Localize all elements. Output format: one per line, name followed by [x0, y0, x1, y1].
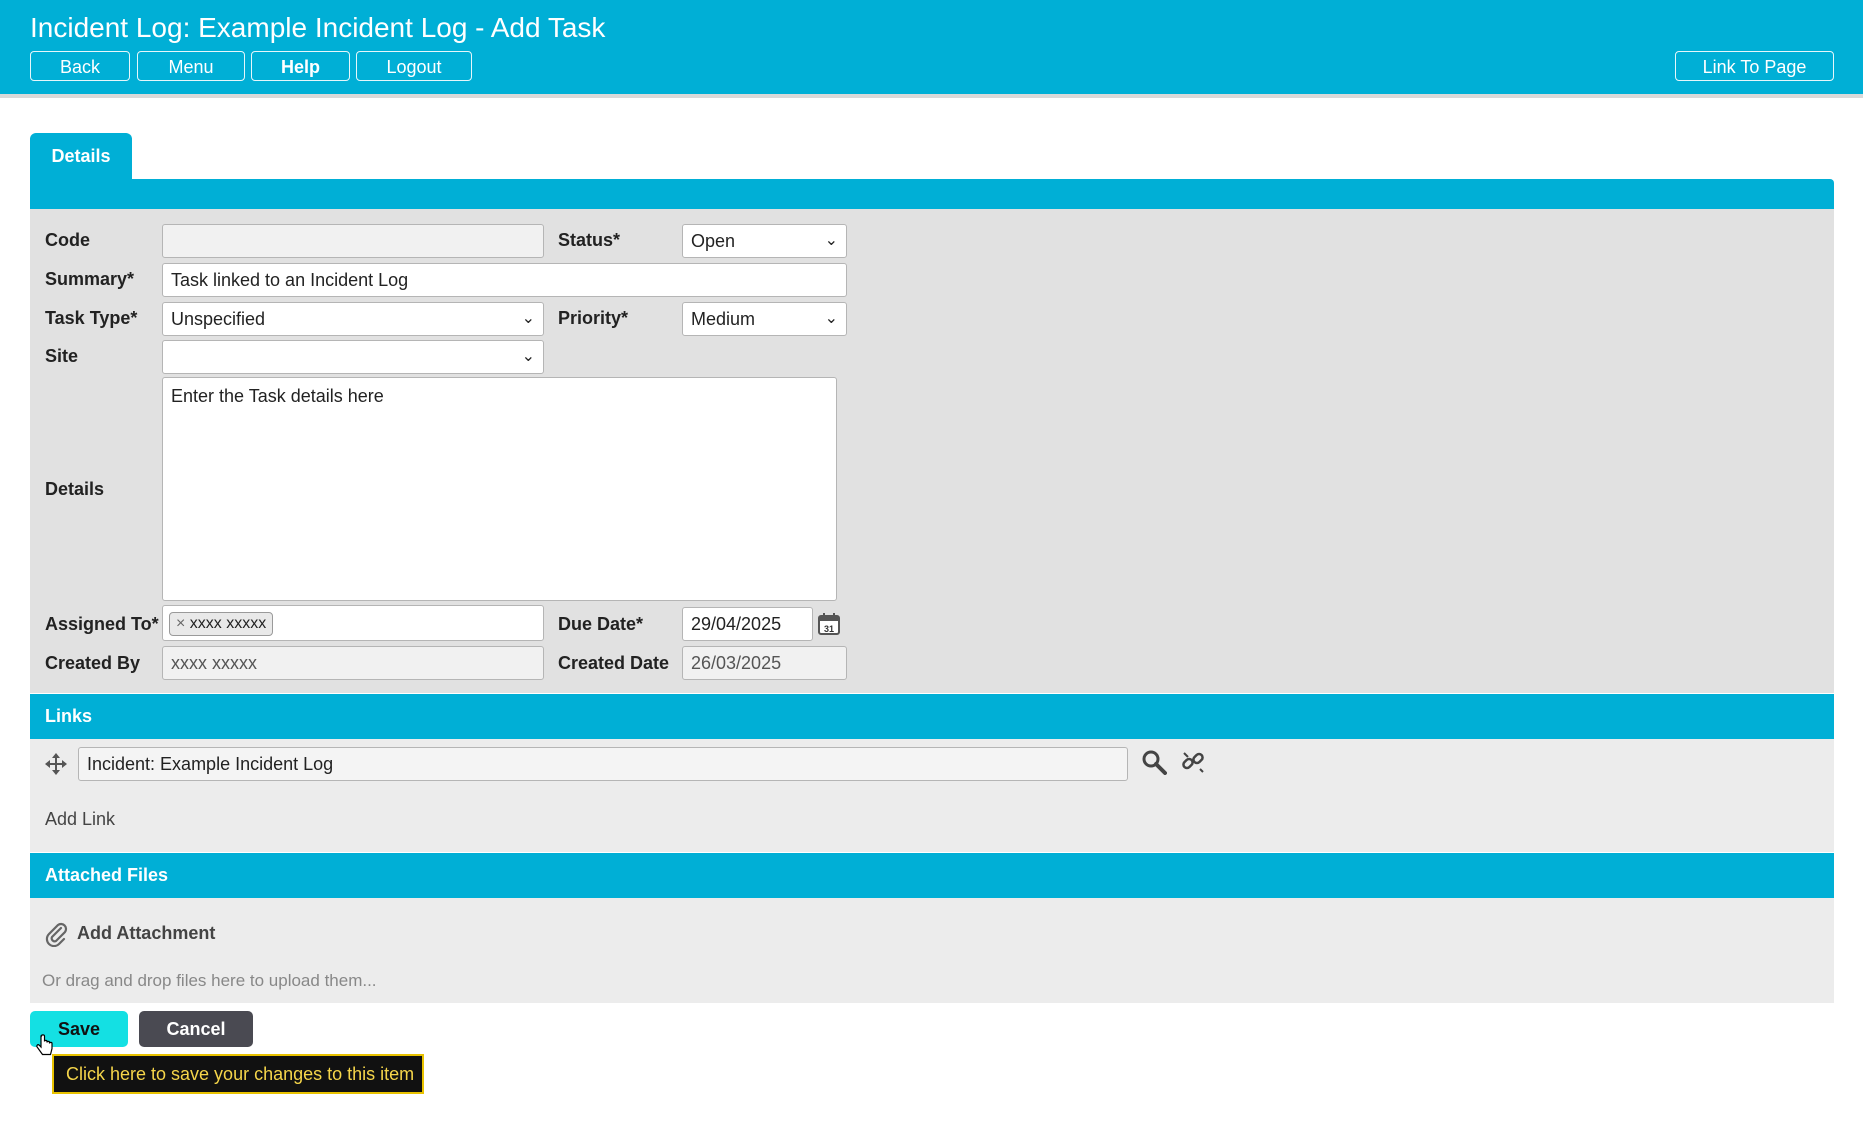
- code-field[interactable]: [162, 224, 544, 258]
- attached-files-section-header: Attached Files: [30, 853, 1834, 898]
- chevron-down-icon: ⌄: [824, 232, 838, 249]
- assigned-to-field[interactable]: × xxxx xxxxx: [162, 605, 544, 641]
- remove-icon[interactable]: ×: [176, 615, 185, 632]
- add-link-button[interactable]: Add Link: [45, 809, 115, 830]
- assignee-tag-label: xxxx xxxxx: [189, 615, 267, 632]
- priority-value: Medium: [691, 309, 756, 329]
- links-section-header: Links: [30, 694, 1834, 739]
- assigned-to-label: Assigned To*: [45, 614, 159, 634]
- help-button[interactable]: Help: [251, 51, 350, 81]
- due-date-field[interactable]: 29/04/2025: [682, 607, 813, 641]
- status-value: Open: [691, 231, 736, 251]
- add-attachment-button[interactable]: Add Attachment: [77, 923, 215, 944]
- site-select[interactable]: ⌄: [162, 340, 544, 374]
- back-button[interactable]: Back: [30, 51, 130, 81]
- status-select[interactable]: Open ⌄: [682, 224, 847, 258]
- due-date-label: Due Date*: [558, 614, 644, 634]
- summary-field[interactable]: Task linked to an Incident Log: [162, 263, 847, 297]
- link-field[interactable]: Incident: Example Incident Log: [78, 747, 1128, 781]
- details-textarea[interactable]: Enter the Task details here: [162, 377, 837, 601]
- task-type-label: Task Type*: [45, 308, 138, 328]
- drag-handle-icon[interactable]: [44, 752, 68, 776]
- cancel-button[interactable]: Cancel: [139, 1011, 253, 1047]
- page-title: Incident Log: Example Incident Log - Add…: [30, 12, 606, 43]
- summary-label: Summary*: [45, 269, 135, 289]
- task-type-select[interactable]: Unspecified ⌄: [162, 302, 544, 336]
- status-label: Status*: [558, 230, 621, 250]
- svg-text:31: 31: [824, 624, 834, 634]
- tab-content-header: [30, 179, 1834, 209]
- details-label: Details: [45, 479, 105, 499]
- search-icon[interactable]: [1141, 749, 1167, 775]
- task-type-value: Unspecified: [171, 309, 266, 329]
- save-tooltip: Click here to save your changes to this …: [52, 1054, 424, 1094]
- code-label: Code: [45, 230, 90, 250]
- drop-hint: Or drag and drop files here to upload th…: [42, 971, 377, 990]
- unlink-icon[interactable]: [1180, 749, 1206, 775]
- created-date-field: 26/03/2025: [682, 646, 847, 680]
- created-by-label: Created By: [45, 653, 141, 673]
- paperclip-icon: [45, 922, 68, 947]
- header-bar: Incident Log: Example Incident Log - Add…: [0, 0, 1863, 98]
- chevron-down-icon: ⌄: [521, 348, 535, 365]
- created-by-field: xxxx xxxxx: [162, 646, 544, 680]
- chevron-down-icon: ⌄: [521, 310, 535, 327]
- calendar-icon[interactable]: 31: [817, 612, 841, 636]
- created-date-label: Created Date: [558, 653, 670, 673]
- site-label: Site: [45, 346, 79, 366]
- logout-button[interactable]: Logout: [356, 51, 472, 81]
- menu-button[interactable]: Menu: [137, 51, 245, 81]
- priority-select[interactable]: Medium ⌄: [682, 302, 847, 336]
- link-to-page-button[interactable]: Link To Page: [1675, 51, 1834, 81]
- tab-details[interactable]: Details: [30, 133, 132, 179]
- assignee-tag: × xxxx xxxxx: [169, 612, 274, 636]
- chevron-down-icon: ⌄: [824, 310, 838, 327]
- priority-label: Priority*: [558, 308, 629, 328]
